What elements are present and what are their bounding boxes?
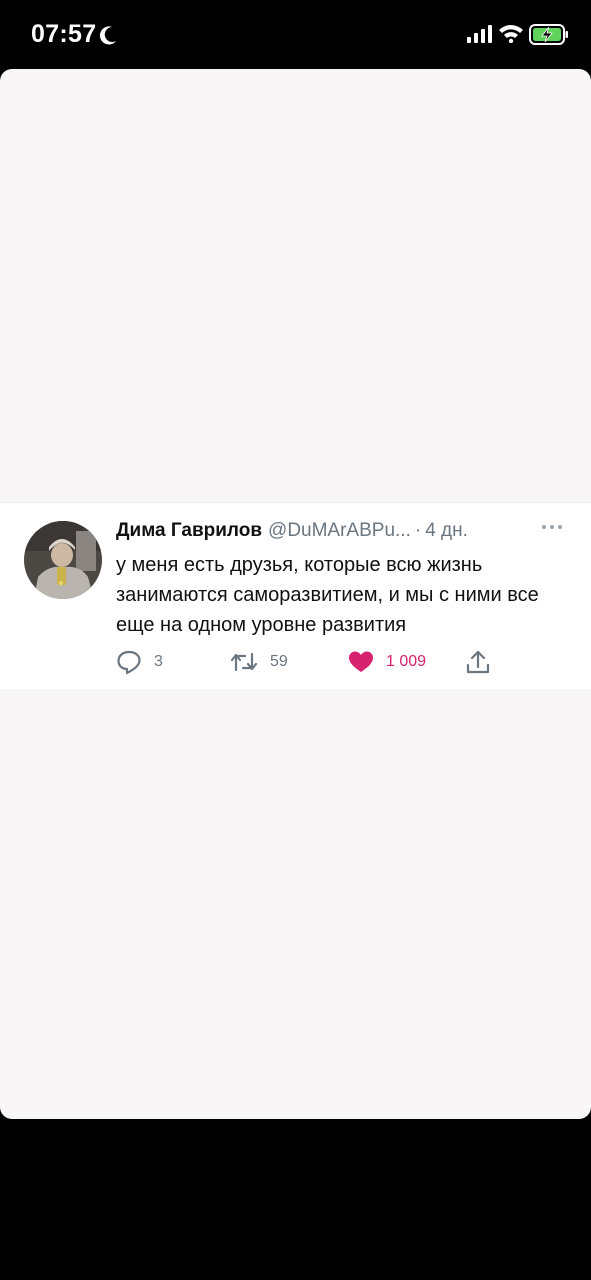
tweet-card[interactable]: Дима Гаврилов @DuMArABPu... · 4 дн. у меня … bbox=[0, 502, 591, 689]
moon-icon bbox=[99, 26, 116, 45]
tweet-age: 4 дн. bbox=[425, 520, 468, 541]
status-time: 07:57 bbox=[31, 20, 97, 48]
reply-count: 3 bbox=[154, 653, 163, 670]
battery-charging-icon bbox=[529, 24, 568, 45]
tweet-actions: 3 59 1 009 bbox=[116, 645, 576, 679]
header-separator: · bbox=[414, 520, 422, 541]
screenshot-sheet: Дима Гаврилов @DuMArABPu... · 4 дн. у меня … bbox=[0, 69, 591, 1119]
signal-icon bbox=[467, 25, 492, 43]
author-name[interactable]: Дима Гаврилов bbox=[116, 520, 262, 541]
like-count: 1 009 bbox=[386, 653, 427, 670]
reply-button[interactable]: 3 bbox=[116, 645, 163, 679]
tweet-header: Дима Гаврилов @DuMArABPu... · 4 дн. bbox=[116, 520, 576, 548]
retweet-button[interactable]: 59 bbox=[230, 645, 288, 679]
status-bar: 07:57 bbox=[0, 0, 591, 70]
more-options-icon[interactable] bbox=[540, 522, 564, 532]
share-icon bbox=[466, 650, 490, 674]
retweet-count: 59 bbox=[270, 653, 288, 670]
retweet-icon bbox=[230, 652, 258, 672]
wifi-icon bbox=[499, 25, 523, 43]
reply-icon bbox=[117, 650, 141, 675]
like-button[interactable]: 1 009 bbox=[348, 645, 426, 679]
heart-icon bbox=[349, 651, 373, 672]
avatar[interactable] bbox=[24, 521, 102, 599]
share-button[interactable] bbox=[466, 645, 490, 679]
author-handle[interactable]: @DuMArABPu... bbox=[268, 520, 411, 541]
tweet-text: у меня есть друзья, которые всю жизнь за… bbox=[116, 554, 539, 636]
